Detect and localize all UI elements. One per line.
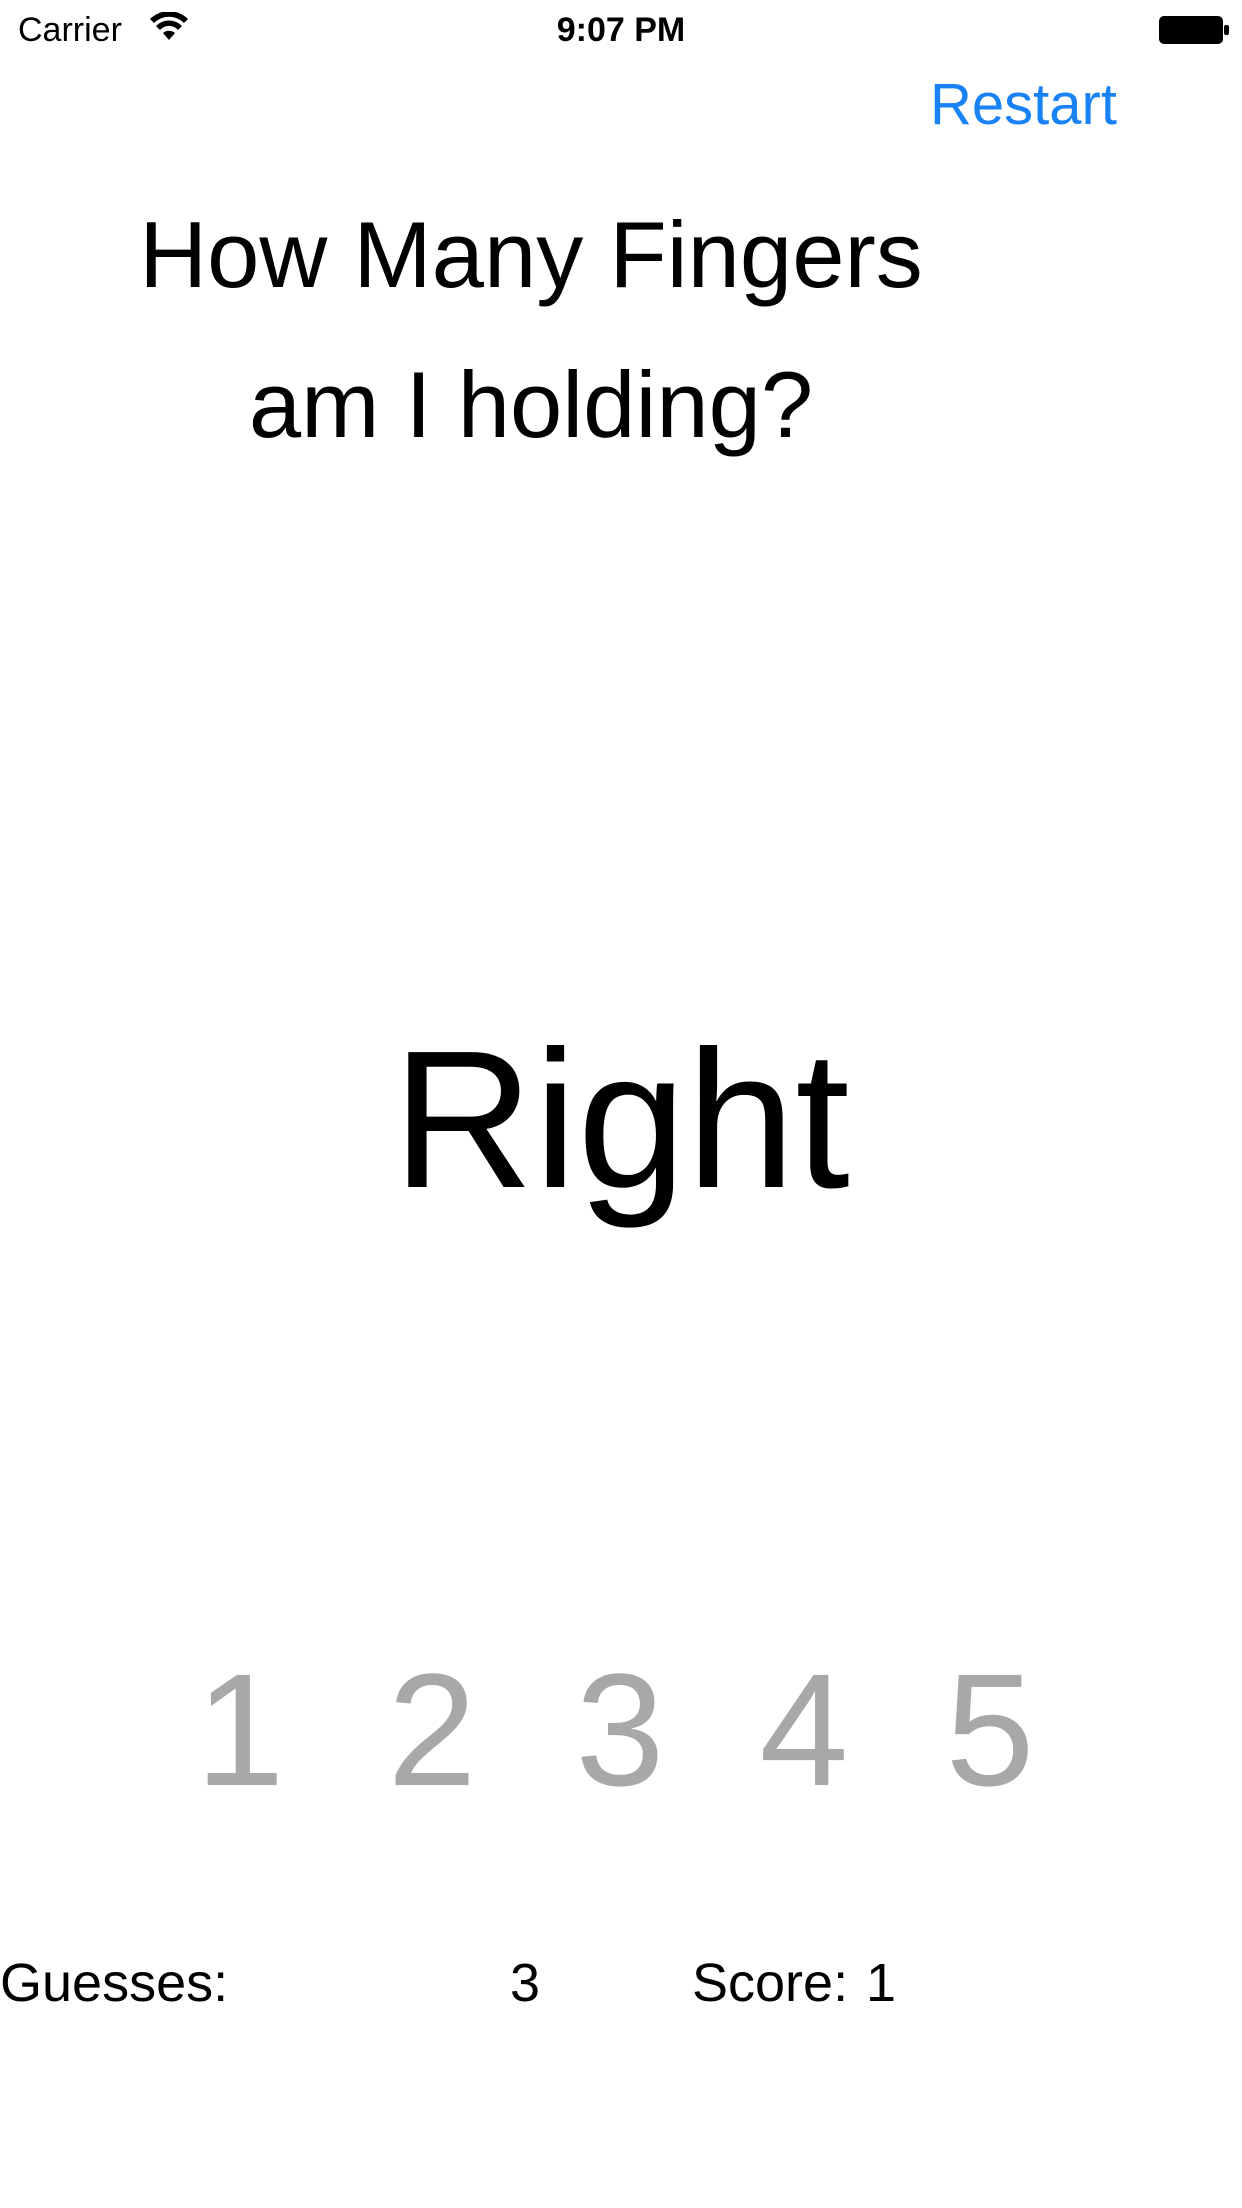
question-line-2: am I holding? — [248, 352, 814, 457]
battery-icon — [1159, 16, 1229, 44]
finger-button-2[interactable]: 2 — [372, 1650, 492, 1810]
finger-button-1[interactable]: 1 — [180, 1650, 300, 1810]
guesses-label: Guesses: — [0, 1953, 229, 2013]
status-time: 9:07 PM — [556, 11, 686, 49]
status-bar: Carrier 9:07 PM — [0, 0, 1242, 60]
result-label: Right — [392, 1010, 850, 1229]
finger-button-3[interactable]: 3 — [560, 1650, 680, 1810]
score-label: Score: — [692, 1953, 849, 2013]
score-value: 1 — [866, 1953, 897, 2013]
finger-button-row: 1 2 3 4 5 — [0, 1650, 1242, 1810]
restart-button[interactable]: Restart — [930, 70, 1117, 140]
question-line-1: How Many Fingers — [139, 202, 923, 307]
stats-bar: Guesses: 3 Score: 1 — [0, 1948, 1242, 2018]
finger-button-5[interactable]: 5 — [930, 1650, 1050, 1810]
finger-button-4[interactable]: 4 — [744, 1650, 864, 1810]
guesses-value: 3 — [510, 1953, 541, 2013]
question-title: How Many Fingers am I holding? — [0, 180, 1062, 480]
